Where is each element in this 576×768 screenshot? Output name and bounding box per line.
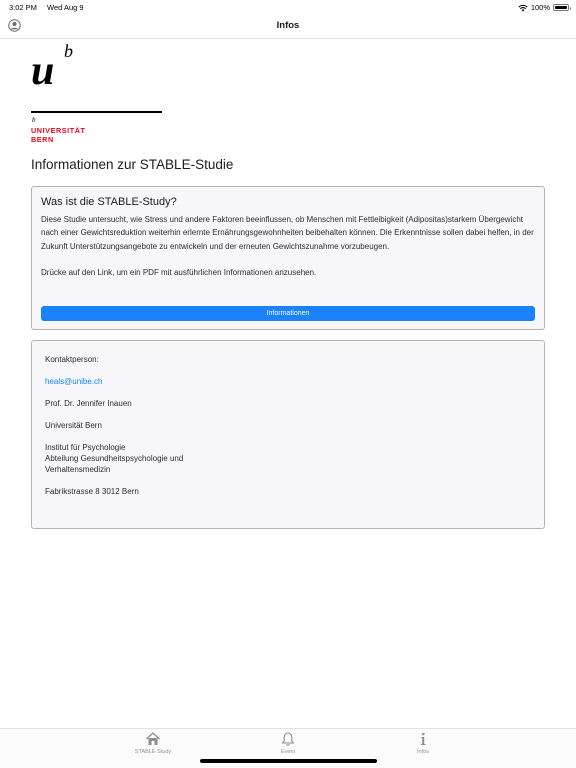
university-logo: u b b UNIVERSITÄT BERN (31, 40, 171, 146)
home-indicator[interactable] (200, 759, 377, 763)
status-bar: 3:02 PM Wed Aug 9 100% (0, 0, 576, 14)
logo-text-line2: BERN (31, 135, 54, 145)
contact-institute-3: Verhaltensmedizin (45, 465, 111, 474)
info-card-title: Was ist die STABLE-Study? (41, 196, 177, 208)
status-right: 100% (518, 3, 571, 12)
status-date: Wed Aug 9 (47, 3, 84, 12)
nav-title: Infos (276, 20, 300, 31)
battery-icon (553, 4, 571, 11)
wifi-icon (518, 4, 528, 11)
logo-text-line1: UNIVERSITÄT (31, 126, 86, 135)
logo-b: b (64, 41, 73, 61)
house-icon (146, 732, 160, 745)
status-time: 3:02 PM (9, 3, 37, 12)
tab-label-stable-study: STABLE Study (134, 749, 172, 755)
contact-card: Kontaktperson: heals@unibe.ch Prof. Dr. … (31, 340, 545, 529)
battery-percent: 100% (530, 3, 550, 12)
informationen-button[interactable]: Informationen (41, 306, 535, 321)
contact-label: Kontaktperson: (45, 355, 99, 364)
info-icon (420, 732, 426, 745)
bell-icon (281, 732, 295, 746)
tab-label-infos: Infos (417, 749, 429, 755)
logo-text: UNIVERSITÄT BERN (31, 126, 86, 145)
logo-u: u (31, 48, 55, 94)
tab-label-event: Event (280, 749, 296, 755)
contact-address: Fabrikstrasse 8 3012 Bern (45, 487, 139, 496)
page-title: Informationen zur STABLE-Studie (31, 157, 234, 172)
contact-university: Universität Bern (45, 421, 102, 430)
logo-small-b: b (32, 116, 36, 124)
status-left: 3:02 PM Wed Aug 9 (9, 3, 92, 12)
info-card: Was ist die STABLE-Study? Diese Studie u… (31, 186, 545, 330)
info-card-text: Diese Studie untersucht, wie Stress und … (41, 215, 534, 251)
tab-infos[interactable]: Infos (383, 731, 463, 755)
navigation-bar: Infos (0, 14, 576, 39)
tab-stable-study[interactable]: STABLE Study (113, 731, 193, 755)
battery-fill (555, 6, 567, 9)
contact-email-link[interactable]: heals@unibe.ch (45, 376, 531, 387)
contact-name: Prof. Dr. Jennifer Inauen (45, 399, 132, 408)
main-content: u b b UNIVERSITÄT BERN Informationen zur… (31, 40, 545, 529)
logo-line (31, 111, 162, 113)
contact-institute-2: Abteilung Gesundheitspsychologie und (45, 454, 184, 463)
info-card-hint: Drücke auf den Link, um ein PDF mit ausf… (41, 267, 317, 277)
tab-event[interactable]: Event (248, 731, 328, 755)
contact-institute-1: Institut für Psychologie (45, 443, 126, 452)
